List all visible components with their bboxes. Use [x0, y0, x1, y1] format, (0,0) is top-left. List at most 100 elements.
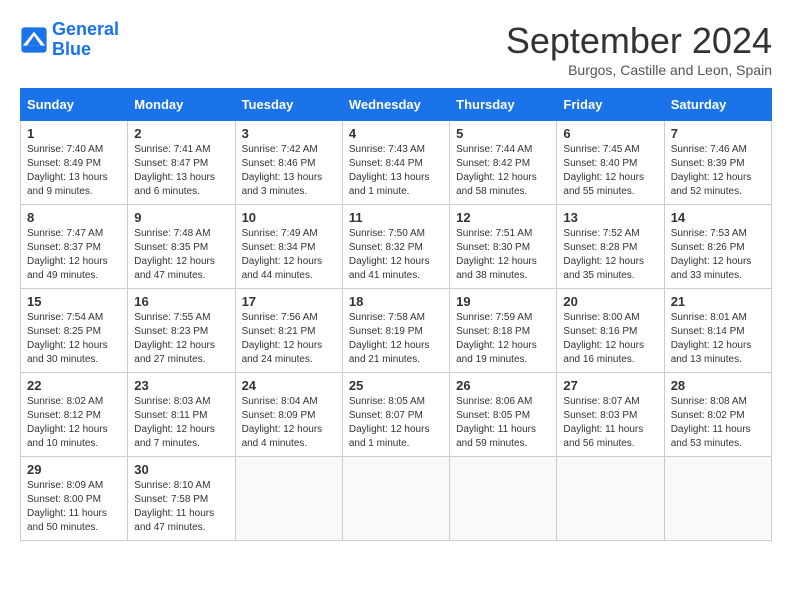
day-info: Sunrise: 7:40 AM Sunset: 8:49 PM Dayligh…: [27, 143, 121, 199]
day-info: Sunrise: 7:45 AM Sunset: 8:40 PM Dayligh…: [563, 143, 657, 199]
day-info: Sunrise: 7:48 AM Sunset: 8:35 PM Dayligh…: [134, 227, 228, 283]
day-number: 21: [671, 294, 765, 309]
calendar-cell: 22Sunrise: 8:02 AM Sunset: 8:12 PM Dayli…: [21, 373, 128, 457]
day-info: Sunrise: 8:04 AM Sunset: 8:09 PM Dayligh…: [242, 395, 336, 451]
calendar-week-1: 1 Sunrise: 7:40 AM Sunset: 8:49 PM Daylig…: [21, 121, 772, 205]
calendar-cell: 21 Sunrise: 8:01 AM Sunset: 8:14 PM Dayli…: [664, 289, 771, 373]
calendar-cell: [342, 457, 449, 541]
day-info: Sunrise: 7:54 AM Sunset: 8:25 PM Dayligh…: [27, 311, 121, 367]
calendar-week-2: 8 Sunrise: 7:47 AM Sunset: 8:37 PM Daylig…: [21, 205, 772, 289]
day-number: 25: [349, 378, 443, 393]
day-info: Sunrise: 7:46 AM Sunset: 8:39 PM Dayligh…: [671, 143, 765, 199]
day-info: Sunrise: 7:47 AM Sunset: 8:37 PM Dayligh…: [27, 227, 121, 283]
calendar-cell: 18Sunrise: 7:58 AM Sunset: 8:19 PM Dayli…: [342, 289, 449, 373]
day-info: Sunrise: 7:52 AM Sunset: 8:28 PM Dayligh…: [563, 227, 657, 283]
calendar-cell: 5 Sunrise: 7:44 AM Sunset: 8:42 PM Daylig…: [450, 121, 557, 205]
day-number: 17: [242, 294, 336, 309]
weekday-header-monday: Monday: [128, 89, 235, 121]
day-info: Sunrise: 7:58 AM Sunset: 8:19 PM Dayligh…: [349, 311, 443, 367]
calendar-cell: 17 Sunrise: 7:56 AM Sunset: 8:21 PM Dayli…: [235, 289, 342, 373]
title-area: September 2024 Burgos, Castille and Leon…: [506, 20, 772, 78]
calendar-cell: 30 Sunrise: 8:10 AM Sunset: 7:58 PM Dayli…: [128, 457, 235, 541]
weekday-header-saturday: Saturday: [664, 89, 771, 121]
logo: General Blue: [20, 20, 119, 60]
calendar-cell: 1 Sunrise: 7:40 AM Sunset: 8:49 PM Daylig…: [21, 121, 128, 205]
day-number: 30: [134, 462, 228, 477]
calendar-cell: 24 Sunrise: 8:04 AM Sunset: 8:09 PM Dayli…: [235, 373, 342, 457]
calendar-cell: 12Sunrise: 7:51 AM Sunset: 8:30 PM Dayli…: [450, 205, 557, 289]
calendar-cell: [450, 457, 557, 541]
day-info: Sunrise: 8:01 AM Sunset: 8:14 PM Dayligh…: [671, 311, 765, 367]
header: General Blue September 2024 Burgos, Cast…: [20, 20, 772, 78]
calendar-cell: 28 Sunrise: 8:08 AM Sunset: 8:02 PM Dayli…: [664, 373, 771, 457]
day-info: Sunrise: 7:59 AM Sunset: 8:18 PM Dayligh…: [456, 311, 550, 367]
day-number: 24: [242, 378, 336, 393]
day-number: 27: [563, 378, 657, 393]
day-number: 23: [134, 378, 228, 393]
day-number: 22: [27, 378, 121, 393]
day-info: Sunrise: 7:42 AM Sunset: 8:46 PM Dayligh…: [242, 143, 336, 199]
logo-text: General Blue: [52, 20, 119, 60]
calendar-cell: 19 Sunrise: 7:59 AM Sunset: 8:18 PM Dayli…: [450, 289, 557, 373]
day-number: 26: [456, 378, 550, 393]
day-number: 2: [134, 126, 228, 141]
day-number: 16: [134, 294, 228, 309]
day-number: 5: [456, 126, 550, 141]
day-number: 1: [27, 126, 121, 141]
calendar-week-4: 22Sunrise: 8:02 AM Sunset: 8:12 PM Dayli…: [21, 373, 772, 457]
day-info: Sunrise: 8:09 AM Sunset: 8:00 PM Dayligh…: [27, 479, 121, 535]
calendar-cell: 27 Sunrise: 8:07 AM Sunset: 8:03 PM Dayli…: [557, 373, 664, 457]
day-info: Sunrise: 8:10 AM Sunset: 7:58 PM Dayligh…: [134, 479, 228, 535]
weekday-header-wednesday: Wednesday: [342, 89, 449, 121]
calendar-cell: [664, 457, 771, 541]
location-subtitle: Burgos, Castille and Leon, Spain: [506, 62, 772, 78]
day-info: Sunrise: 8:07 AM Sunset: 8:03 PM Dayligh…: [563, 395, 657, 451]
day-number: 7: [671, 126, 765, 141]
month-title: September 2024: [506, 20, 772, 62]
day-info: Sunrise: 8:05 AM Sunset: 8:07 PM Dayligh…: [349, 395, 443, 451]
calendar-cell: 29 Sunrise: 8:09 AM Sunset: 8:00 PM Dayli…: [21, 457, 128, 541]
logo-line2: Blue: [52, 39, 91, 59]
day-number: 13: [563, 210, 657, 225]
day-number: 28: [671, 378, 765, 393]
weekday-header-thursday: Thursday: [450, 89, 557, 121]
day-number: 19: [456, 294, 550, 309]
calendar-week-3: 15 Sunrise: 7:54 AM Sunset: 8:25 PM Dayli…: [21, 289, 772, 373]
day-info: Sunrise: 7:41 AM Sunset: 8:47 PM Dayligh…: [134, 143, 228, 199]
calendar-cell: [235, 457, 342, 541]
day-number: 8: [27, 210, 121, 225]
day-info: Sunrise: 7:43 AM Sunset: 8:44 PM Dayligh…: [349, 143, 443, 199]
calendar-cell: 11Sunrise: 7:50 AM Sunset: 8:32 PM Dayli…: [342, 205, 449, 289]
calendar-cell: 8 Sunrise: 7:47 AM Sunset: 8:37 PM Daylig…: [21, 205, 128, 289]
day-info: Sunrise: 8:08 AM Sunset: 8:02 PM Dayligh…: [671, 395, 765, 451]
weekday-header-row: SundayMondayTuesdayWednesdayThursdayFrid…: [21, 89, 772, 121]
day-number: 4: [349, 126, 443, 141]
day-number: 29: [27, 462, 121, 477]
day-info: Sunrise: 7:56 AM Sunset: 8:21 PM Dayligh…: [242, 311, 336, 367]
calendar-cell: 25 Sunrise: 8:05 AM Sunset: 8:07 PM Dayli…: [342, 373, 449, 457]
calendar-cell: 4 Sunrise: 7:43 AM Sunset: 8:44 PM Daylig…: [342, 121, 449, 205]
calendar-cell: 26 Sunrise: 8:06 AM Sunset: 8:05 PM Dayli…: [450, 373, 557, 457]
day-info: Sunrise: 8:06 AM Sunset: 8:05 PM Dayligh…: [456, 395, 550, 451]
day-number: 14: [671, 210, 765, 225]
logo-line1: General: [52, 19, 119, 39]
day-number: 12: [456, 210, 550, 225]
day-number: 10: [242, 210, 336, 225]
day-number: 15: [27, 294, 121, 309]
calendar-cell: 3 Sunrise: 7:42 AM Sunset: 8:46 PM Daylig…: [235, 121, 342, 205]
calendar-cell: 7 Sunrise: 7:46 AM Sunset: 8:39 PM Daylig…: [664, 121, 771, 205]
day-number: 3: [242, 126, 336, 141]
calendar-cell: 16 Sunrise: 7:55 AM Sunset: 8:23 PM Dayli…: [128, 289, 235, 373]
calendar-week-5: 29 Sunrise: 8:09 AM Sunset: 8:00 PM Dayli…: [21, 457, 772, 541]
calendar-cell: 13 Sunrise: 7:52 AM Sunset: 8:28 PM Dayli…: [557, 205, 664, 289]
day-info: Sunrise: 7:50 AM Sunset: 8:32 PM Dayligh…: [349, 227, 443, 283]
calendar-cell: 23 Sunrise: 8:03 AM Sunset: 8:11 PM Dayli…: [128, 373, 235, 457]
calendar-cell: 15 Sunrise: 7:54 AM Sunset: 8:25 PM Dayli…: [21, 289, 128, 373]
logo-icon: [20, 26, 48, 54]
day-info: Sunrise: 7:55 AM Sunset: 8:23 PM Dayligh…: [134, 311, 228, 367]
day-info: Sunrise: 8:03 AM Sunset: 8:11 PM Dayligh…: [134, 395, 228, 451]
weekday-header-friday: Friday: [557, 89, 664, 121]
day-info: Sunrise: 7:44 AM Sunset: 8:42 PM Dayligh…: [456, 143, 550, 199]
day-number: 6: [563, 126, 657, 141]
calendar-cell: 14Sunrise: 7:53 AM Sunset: 8:26 PM Dayli…: [664, 205, 771, 289]
